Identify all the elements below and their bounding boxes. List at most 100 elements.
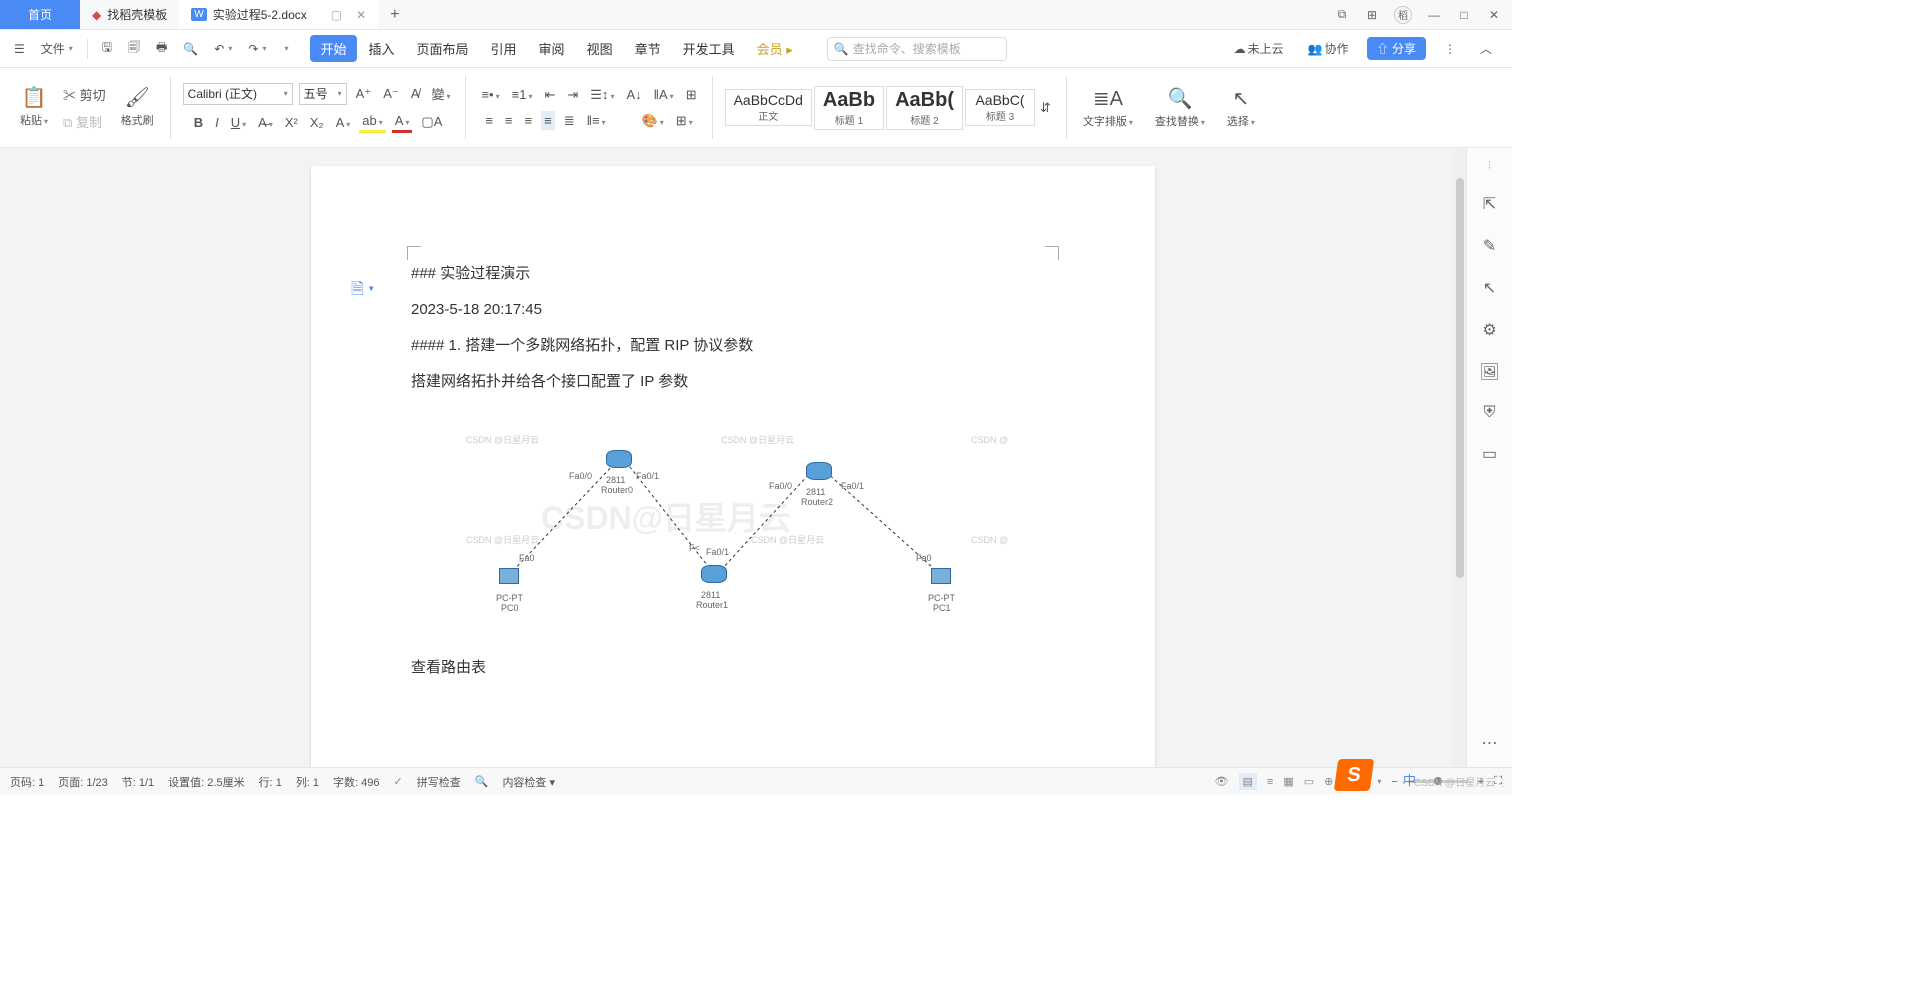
cut-button[interactable]: ✂ 剪切 xyxy=(60,83,109,106)
tab-start[interactable]: 开始 xyxy=(310,35,356,62)
more-icon[interactable]: ⋮ xyxy=(1438,38,1462,60)
bold-icon[interactable]: B xyxy=(191,113,206,132)
share-button[interactable]: ⇧ 分享 xyxy=(1367,37,1426,60)
status-row[interactable]: 行: 1 xyxy=(259,774,282,790)
align-right-icon[interactable]: ≡ xyxy=(522,111,536,130)
layout-icon[interactable]: ⧉ xyxy=(1334,7,1350,22)
settings-slider-icon[interactable]: ⚙ xyxy=(1482,320,1496,340)
more-panel-icon[interactable]: ⋯ xyxy=(1482,733,1498,753)
undo-icon[interactable]: ↶▾ xyxy=(208,38,238,60)
shading-icon[interactable]: 🎨▾ xyxy=(639,111,667,131)
read-view-icon[interactable]: ▭ xyxy=(1304,775,1314,788)
text-effect-icon[interactable]: A▾ xyxy=(333,113,354,132)
highlight-icon[interactable]: ab▾ xyxy=(359,111,385,133)
collapse-ribbon-icon[interactable]: ︿ xyxy=(1474,36,1498,61)
book-icon[interactable]: ▭ xyxy=(1482,444,1497,464)
minimize-icon[interactable]: — xyxy=(1426,8,1442,22)
preview-icon[interactable]: 🔍 xyxy=(177,38,204,60)
tab-template[interactable]: ◆ 找稻壳模板 xyxy=(80,0,179,29)
rocket-icon[interactable]: ⇱ xyxy=(1483,194,1496,214)
cloud-status[interactable]: ☁未上云 xyxy=(1228,36,1290,61)
vertical-scrollbar[interactable] xyxy=(1452,148,1466,767)
shield-icon[interactable]: ⛨ xyxy=(1483,404,1495,422)
tab-section[interactable]: 章节 xyxy=(625,35,671,62)
align-left-icon[interactable]: ≡ xyxy=(482,111,496,130)
customize-quickbar[interactable]: ▾ xyxy=(276,40,294,57)
grow-font-icon[interactable]: A⁺ xyxy=(353,84,375,104)
status-setval[interactable]: 设置值: 2.5厘米 xyxy=(168,774,244,790)
paste-button[interactable]: 📋粘贴▾ xyxy=(16,83,52,133)
strike-icon[interactable]: A̶▾ xyxy=(255,113,276,132)
char-border-icon[interactable]: ▢A xyxy=(418,112,445,132)
typeset-button[interactable]: ≣A文字排版▾ xyxy=(1079,84,1137,131)
border-icon[interactable]: ⊞ xyxy=(683,85,700,105)
phonetic-icon[interactable]: 變▾ xyxy=(428,82,453,105)
eye-icon[interactable]: 👁 xyxy=(1215,775,1229,788)
line-spacing-icon[interactable]: ‖≡▾ xyxy=(584,111,609,130)
bullets-icon[interactable]: ≡•▾ xyxy=(478,85,502,104)
close-icon[interactable]: ✕ xyxy=(356,8,366,22)
text-direction-icon[interactable]: A↓ xyxy=(623,85,644,104)
clear-format-icon[interactable]: A̸ xyxy=(408,84,423,103)
status-words[interactable]: 字数: 496 xyxy=(333,774,379,790)
document-page[interactable]: 🗎 ▾ ### 实验过程演示 2023-5-18 20:17:45 #### 1… xyxy=(311,166,1155,767)
zoom-fit-icon[interactable]: ⊕ xyxy=(1324,775,1333,788)
styles-more-icon[interactable]: ⇵ xyxy=(1037,98,1054,118)
collapse-handle-icon[interactable]: ⁝ xyxy=(1488,158,1492,172)
menu-icon[interactable]: ☰ xyxy=(8,38,31,60)
numbering-icon[interactable]: ≡1▾ xyxy=(509,85,536,104)
align-center-icon[interactable]: ≡ xyxy=(502,111,516,130)
increase-indent-icon[interactable]: ⇥ xyxy=(564,85,581,105)
scrollbar-thumb[interactable] xyxy=(1456,178,1464,578)
grid-icon[interactable]: ⊞ xyxy=(1364,8,1380,22)
style-h1[interactable]: AaBb标题 1 xyxy=(814,86,884,130)
style-body[interactable]: AaBbCcDd正文 xyxy=(725,89,812,126)
tab-member[interactable]: 会员 ▸ xyxy=(747,35,803,62)
tab-document[interactable]: W 实验过程5-2.docx ▢ ✕ xyxy=(179,0,378,29)
font-family-select[interactable]: Calibri (正文)▾ xyxy=(183,83,293,105)
file-menu[interactable]: 文件▾ xyxy=(35,36,79,61)
table-border-icon[interactable]: ⊞▾ xyxy=(673,111,696,131)
style-h3[interactable]: AaBbC(标题 3 xyxy=(965,89,1035,126)
status-spell[interactable]: 拼写检查 xyxy=(417,774,461,790)
find-replace-button[interactable]: 🔍查找替换▾ xyxy=(1151,84,1209,131)
tab-insert[interactable]: 插入 xyxy=(359,35,405,62)
font-color-icon[interactable]: A▾ xyxy=(392,111,413,133)
spell-icon[interactable]: ✓ xyxy=(394,775,403,788)
font-size-select[interactable]: 五号▾ xyxy=(299,83,347,105)
tab-dev[interactable]: 开发工具 xyxy=(673,35,745,62)
saveas-icon[interactable]: 🗐 xyxy=(122,34,146,63)
page-view-icon[interactable]: ▤ xyxy=(1239,773,1257,790)
new-tab-button[interactable]: + xyxy=(378,0,411,29)
status-content[interactable]: 内容检查 ▾ xyxy=(502,774,555,790)
zoom-out-icon[interactable]: − xyxy=(1391,776,1397,788)
collab-button[interactable]: 👥协作 xyxy=(1302,36,1355,61)
style-h2[interactable]: AaBb(标题 2 xyxy=(886,86,963,130)
status-page-count[interactable]: 页面: 1/23 xyxy=(58,774,108,790)
select-button[interactable]: ↖选择▾ xyxy=(1223,84,1259,131)
redo-icon[interactable]: ↷▾ xyxy=(242,38,272,60)
superscript-icon[interactable]: X² xyxy=(282,113,301,132)
web-view-icon[interactable]: ▦ xyxy=(1283,775,1293,788)
format-painter-button[interactable]: 🖌格式刷 xyxy=(117,83,158,133)
sogou-ime-icon[interactable]: S xyxy=(1334,759,1374,791)
status-col[interactable]: 列: 1 xyxy=(296,774,319,790)
copy-button[interactable]: ⧉ 复制 xyxy=(60,110,109,133)
print-icon[interactable]: 🖶 xyxy=(150,34,173,63)
align-justify-icon[interactable]: ≡ xyxy=(541,111,555,130)
close-window-icon[interactable]: ✕ xyxy=(1486,8,1502,22)
tab-present-icon[interactable]: ▢ xyxy=(331,8,342,22)
status-section[interactable]: 节: 1/1 xyxy=(122,774,154,790)
save-icon[interactable]: 🖫 xyxy=(96,34,118,63)
sort-icon[interactable]: ☰↕▾ xyxy=(587,85,617,105)
tab-home[interactable]: 首页 xyxy=(0,0,80,29)
line-spacing-icon-top[interactable]: ‖A▾ xyxy=(651,85,677,104)
distribute-icon[interactable]: ≣ xyxy=(561,111,578,131)
status-page-num[interactable]: 页码: 1 xyxy=(10,774,44,790)
underline-icon[interactable]: U▾ xyxy=(228,113,249,132)
image-icon[interactable]: 🖼 xyxy=(1479,362,1499,382)
italic-icon[interactable]: I xyxy=(212,113,222,132)
content-check-icon[interactable]: 🔍 xyxy=(475,775,489,788)
doc-marker-icon[interactable]: 🗎 ▾ xyxy=(351,271,374,309)
shrink-font-icon[interactable]: A⁻ xyxy=(380,84,402,104)
